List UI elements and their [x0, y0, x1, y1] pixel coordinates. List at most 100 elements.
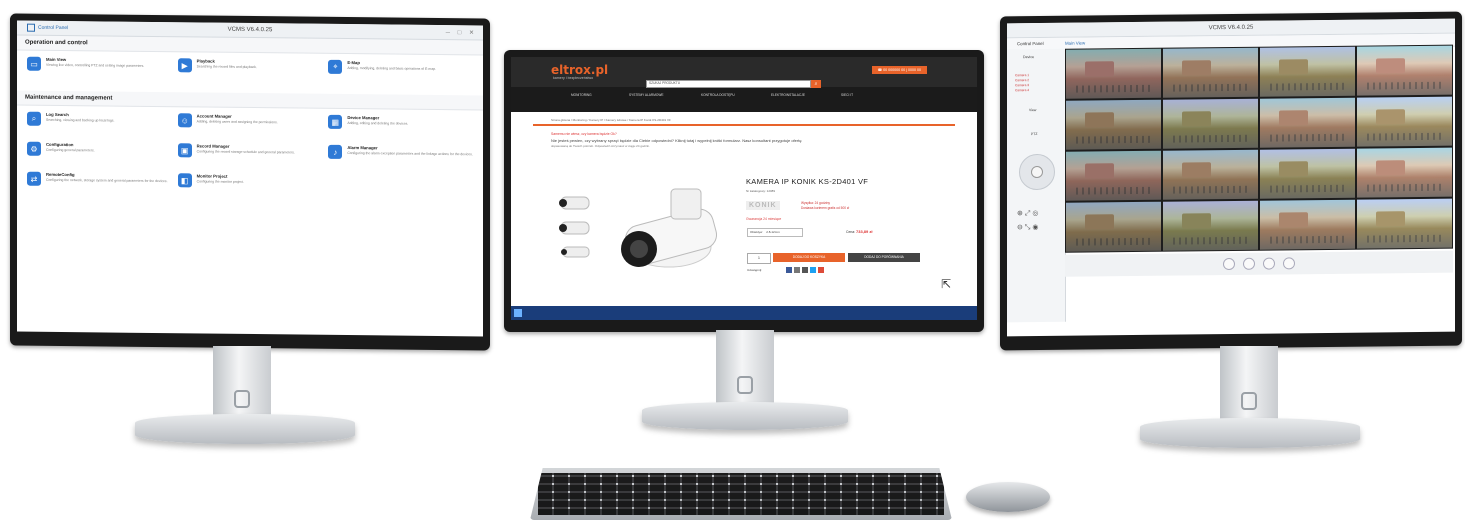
left-stand-base: [135, 414, 355, 444]
video-tile[interactable]: [1066, 150, 1161, 201]
device-tree-label: Device: [1023, 55, 1034, 60]
right-stand-neck: [1220, 346, 1278, 428]
search-input[interactable]: SZUKAJ PRODUKTU: [646, 80, 811, 88]
module-description: Configuring the alarm exception paramete…: [347, 151, 473, 157]
nav-item-access[interactable]: KONTROLA DOSTĘPU: [701, 93, 735, 97]
quantity-stepper[interactable]: 1: [747, 253, 771, 264]
video-tile[interactable]: [1357, 198, 1452, 249]
module-monitor-project[interactable]: ◧ Monitor Project Configuring the monitor …: [177, 173, 323, 189]
module-description: Configuring general parameters.: [46, 147, 95, 153]
price-label: Cena:: [846, 230, 856, 234]
prev-icon[interactable]: [1243, 257, 1255, 270]
module-description: Configuring the network, storage system …: [46, 177, 168, 184]
tab-main-view[interactable]: Main View: [1065, 41, 1085, 46]
module-description: Adding, editing and deleting the devices…: [347, 121, 409, 126]
compare-button[interactable]: DODAJ DO PORÓWNANIA: [848, 253, 920, 262]
eltrox-logo[interactable]: eltrox.pl: [551, 63, 608, 77]
play-icon: ▶: [177, 58, 192, 73]
google-plus-icon[interactable]: [818, 267, 824, 273]
module-log-search[interactable]: ⌕ Log Search Searching, viewing and backin…: [27, 111, 172, 128]
module-title: Configuration: [46, 141, 74, 148]
video-tile[interactable]: [1163, 47, 1258, 98]
video-tile[interactable]: [1066, 99, 1161, 150]
zoom-icon[interactable]: ⊕ ⤢ ◎: [1017, 209, 1038, 218]
module-description: Configuring the monitor project.: [196, 179, 244, 184]
right-monitor-bezel: VCMS V6.4.0.25 Control Panel Main View D…: [1000, 11, 1462, 351]
price-value: 733,89 zł: [856, 229, 873, 234]
right-monitor: VCMS V6.4.0.25 Control Panel Main View D…: [1000, 11, 1462, 454]
module-description: Viewing live video, controlling PTZ and …: [46, 62, 145, 68]
module-title: Device Manager: [347, 115, 380, 121]
center-stand-neck: [716, 330, 774, 412]
left-monitor-bezel: Control Panel VCMS V6.4.0.25 ─ □ ✕ Opera…: [10, 13, 490, 351]
add-to-cart-button[interactable]: DODAJ DO KOSZYKA: [773, 253, 845, 262]
module-account-manager[interactable]: ☺ Account Manager Adding, deleting users a…: [177, 113, 323, 129]
hotline-button[interactable]: ☎ 00 000000 00 | 0000 00: [871, 66, 927, 74]
module-device-manager[interactable]: ▦ Device Manager Adding, editing and delet…: [328, 114, 473, 131]
video-tile[interactable]: [1260, 148, 1355, 199]
video-tile[interactable]: [1357, 147, 1452, 198]
ptz-joystick[interactable]: [1019, 153, 1055, 191]
start-icon[interactable]: [514, 309, 522, 317]
module-e-map[interactable]: ⌖ E-Map Adding, modifying, deleting and ba…: [328, 59, 473, 76]
maintenance-modules: ⌕ Log Search Searching, viewing and backin…: [17, 106, 483, 197]
product-image[interactable]: [551, 177, 726, 272]
screenshot-icon[interactable]: [1223, 257, 1235, 271]
video-tile[interactable]: [1066, 48, 1161, 99]
module-title: E-Map: [347, 60, 360, 66]
nav-item-monitoring[interactable]: MONITORING: [571, 93, 592, 97]
search-icon: ⌕: [27, 111, 41, 126]
ptz-label: PTZ: [1031, 131, 1038, 136]
video-tile[interactable]: [1066, 201, 1161, 252]
module-description: Searching the record files and playback.: [196, 64, 257, 70]
module-remoteconfig[interactable]: ⇄ RemoteConfig Configuring the network, st…: [27, 171, 172, 188]
nav-item-alarm[interactable]: SYSTEMY ALARMOWE: [629, 93, 663, 97]
users-icon: ☺: [177, 113, 192, 128]
save-icon[interactable]: [1283, 257, 1295, 270]
email-icon[interactable]: [794, 267, 800, 273]
control-panel-icon: [27, 23, 35, 32]
twitter-icon[interactable]: [810, 267, 816, 273]
control-panel-tab[interactable]: Control Panel: [27, 23, 68, 32]
video-tile[interactable]: [1357, 45, 1452, 96]
divider: [533, 124, 955, 126]
keyboard[interactable]: [530, 468, 952, 520]
module-playback[interactable]: ▶ Playback Searching the record files and …: [177, 58, 323, 74]
tab-control-panel[interactable]: Control Panel: [1017, 41, 1044, 46]
print-icon[interactable]: [802, 267, 808, 273]
module-alarm-manager[interactable]: ♪ Alarm Manager Configuring the alarm exce…: [328, 144, 473, 161]
video-tile[interactable]: [1260, 199, 1355, 250]
module-title: Playback: [196, 58, 215, 64]
focus-icon[interactable]: ⊖ ⤡ ◉: [1017, 223, 1038, 232]
module-configuration[interactable]: ⚙ Configuration Configuring general parame…: [27, 141, 172, 158]
video-tile[interactable]: [1260, 46, 1355, 97]
view-label: View: [1029, 107, 1037, 112]
module-title: Account Manager: [196, 113, 232, 119]
facebook-icon[interactable]: [786, 267, 792, 273]
module-description: Searching, viewing and backing up local …: [46, 117, 115, 123]
module-main-view[interactable]: ▭ Main View Viewing live video, controllin…: [27, 56, 172, 73]
video-tile[interactable]: [1163, 149, 1258, 200]
center-stand-base: [642, 402, 848, 430]
lens-option-select[interactable]: Obiektyw 2.8-12mm: [747, 228, 803, 237]
video-tile[interactable]: [1163, 98, 1258, 149]
next-icon[interactable]: [1263, 257, 1275, 270]
module-title: Main View: [46, 56, 67, 63]
availability-info: Wysyłka: 24 godziny Dostawa kurierem gra…: [801, 201, 849, 211]
video-tile[interactable]: [1357, 96, 1452, 147]
module-title: Log Search: [46, 111, 69, 118]
brand-logo[interactable]: KONIK: [746, 201, 780, 210]
device-item[interactable]: Camera 4: [1015, 88, 1065, 94]
mouse[interactable]: [966, 482, 1050, 512]
device-panel: Device Camera 1 Camera 2 Camera 3 Camera…: [1007, 48, 1066, 323]
project-icon: ◧: [177, 173, 192, 188]
share-label: Udostępnij:: [747, 268, 763, 272]
product-sku: Nr katalogowy: 12089: [746, 189, 776, 193]
video-tile[interactable]: [1260, 97, 1355, 148]
nav-item-electro[interactable]: ELEKTROINSTALACJE: [771, 93, 805, 97]
nav-item-it[interactable]: SIECI IT: [841, 93, 853, 97]
search-icon[interactable]: ⌕: [811, 80, 821, 88]
module-record-manager[interactable]: ▣ Record Manager Configuring the record st…: [177, 143, 323, 159]
window-controls[interactable]: ─ □ ✕: [446, 29, 477, 36]
video-tile[interactable]: [1163, 200, 1258, 251]
